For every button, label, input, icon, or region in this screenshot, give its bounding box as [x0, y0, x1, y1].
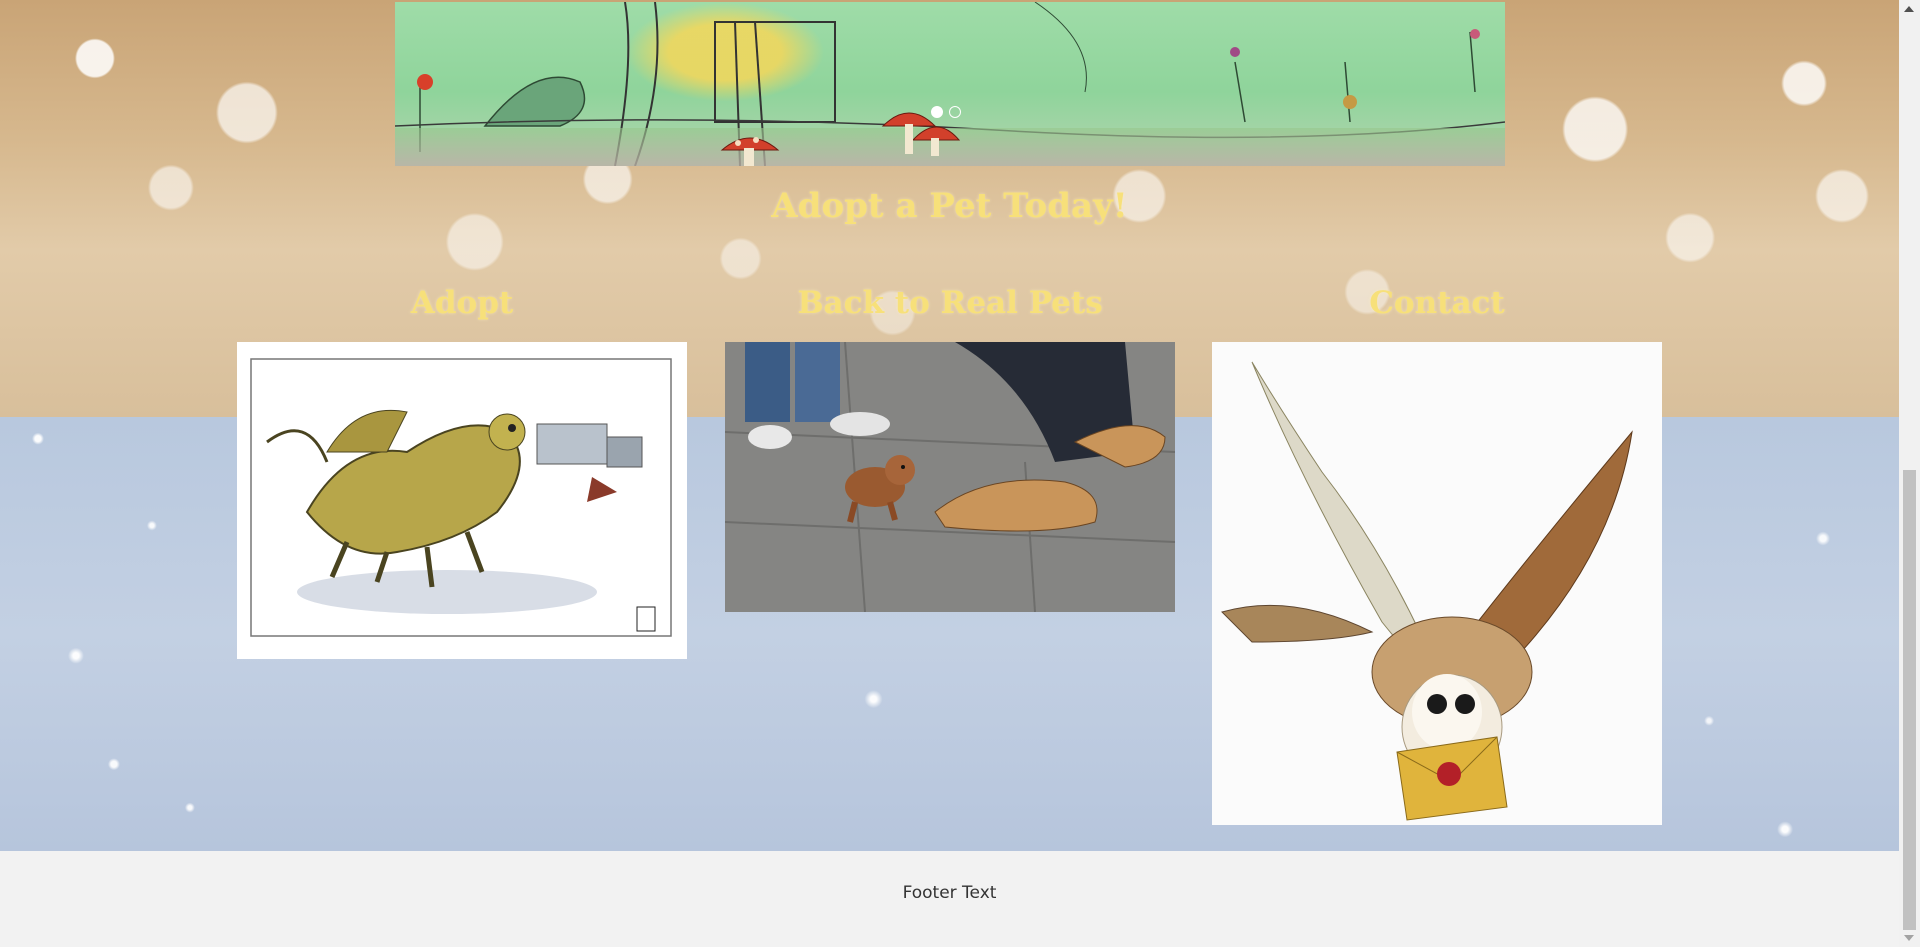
page-title: Adopt a Pet Today! — [771, 186, 1128, 226]
column-title-real-pets[interactable]: Back to Real Pets — [725, 285, 1175, 321]
footer-text: Footer Text — [902, 883, 997, 903]
scroll-up-arrow-icon[interactable] — [1904, 6, 1914, 12]
column-title-contact[interactable]: Contact — [1212, 285, 1662, 321]
carousel-dot-2[interactable] — [949, 106, 961, 118]
mushroom-icon — [720, 137, 780, 166]
dragon-image[interactable] — [237, 342, 687, 659]
owl-image[interactable] — [1212, 342, 1662, 825]
scrollbar-thumb[interactable] — [1903, 470, 1916, 930]
footer: Footer Text — [0, 851, 1899, 947]
column-title-adopt[interactable]: Adopt — [237, 285, 687, 321]
image-carousel[interactable] — [395, 2, 1505, 166]
scroll-down-arrow-icon[interactable] — [1904, 935, 1914, 941]
vertical-scrollbar[interactable] — [1899, 0, 1920, 947]
carousel-indicators — [931, 106, 961, 118]
puppy-photo[interactable] — [725, 342, 1175, 612]
carousel-dot-1[interactable] — [931, 106, 943, 118]
